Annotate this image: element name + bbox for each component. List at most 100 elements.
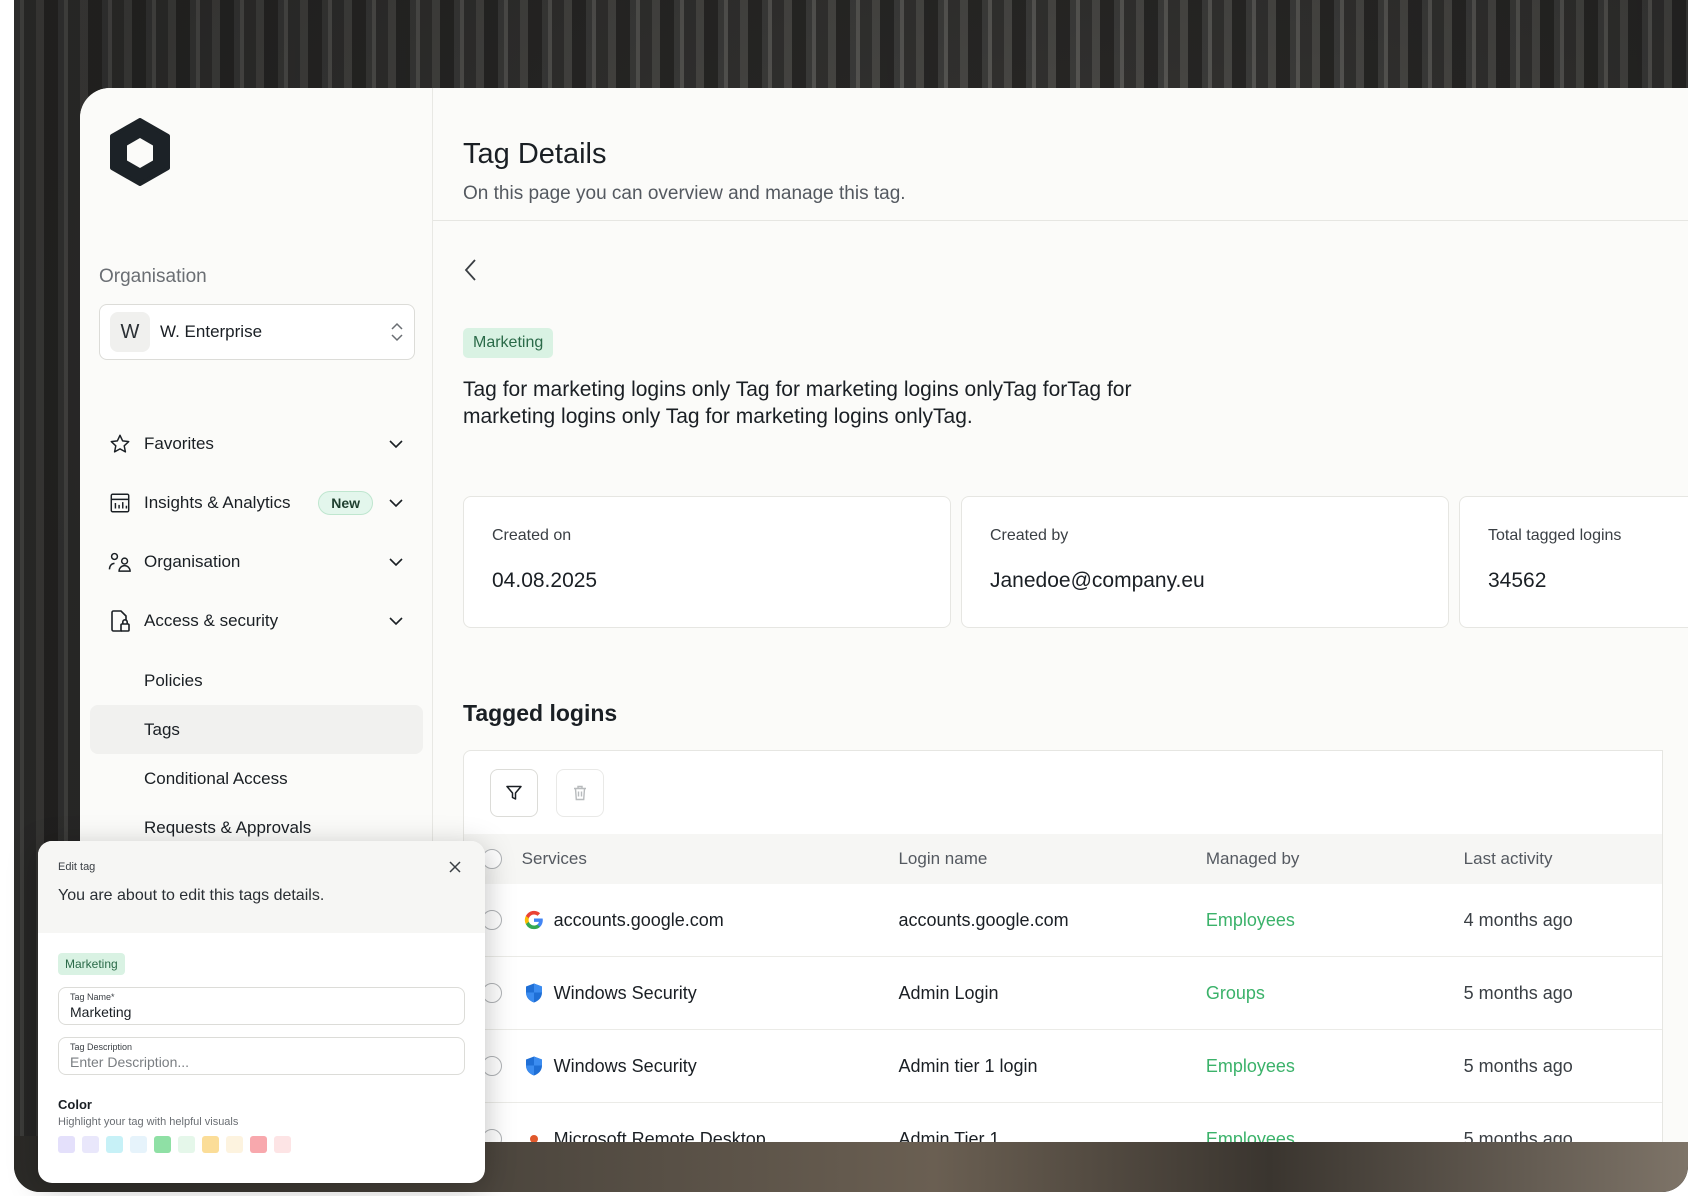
page-title: Tag Details <box>463 138 607 170</box>
table-toolbar <box>464 751 1662 834</box>
login-name: accounts.google.com <box>898 909 1069 930</box>
login-name: Admin Login <box>898 982 999 1003</box>
page-header: Tag Details On this page you can overvie… <box>433 88 1688 221</box>
nav-label: Organisation <box>144 551 241 571</box>
tag-description: Tag for marketing logins only Tag for ma… <box>463 378 1132 428</box>
color-swatch[interactable] <box>250 1136 267 1153</box>
stat-value: 34562 <box>1488 569 1547 592</box>
managed-by-link[interactable]: Employees <box>1206 910 1464 931</box>
sidebar-item-policies[interactable]: Policies <box>90 656 423 705</box>
last-activity: 5 months ago <box>1463 1055 1573 1076</box>
last-activity: 4 months ago <box>1463 909 1573 930</box>
tag-description-placeholder[interactable]: Enter Description... <box>70 1054 453 1070</box>
managed-by-link[interactable]: Employees <box>1206 1129 1464 1143</box>
back-arrow-icon[interactable] <box>461 256 481 284</box>
close-icon[interactable] <box>447 859 463 875</box>
nav-item-organisation[interactable]: Organisation <box>90 532 423 591</box>
table-header: Services Login name Managed by Last acti… <box>464 834 1662 884</box>
table-row[interactable]: Windows Security Admin Login Groups 5 mo… <box>464 957 1662 1030</box>
stat-value: Janedoe@company.eu <box>990 569 1205 592</box>
trash-icon <box>574 785 586 800</box>
tag-description-field[interactable]: Tag Description Enter Description... <box>58 1037 465 1075</box>
dialog-header: Edit tag You are about to edit this tags… <box>38 841 485 933</box>
filter-icon <box>506 785 522 800</box>
service-name: Windows Security <box>553 982 697 1003</box>
column-header-login-name[interactable]: Login name <box>898 849 1205 869</box>
service-name: accounts.google.com <box>553 909 724 930</box>
new-badge: New <box>318 490 373 515</box>
users-icon <box>108 550 132 574</box>
row-checkbox[interactable] <box>482 983 502 1003</box>
nav-label: Favorites <box>144 433 214 453</box>
tag-name-label: Tag Name* <box>70 992 115 1002</box>
nav-label: Insights & Analytics <box>144 492 291 512</box>
nav-item-favorites[interactable]: Favorites <box>90 414 423 473</box>
logo-icon <box>110 118 170 186</box>
column-header-services[interactable]: Services <box>522 849 899 869</box>
google-icon <box>522 908 546 932</box>
table-row[interactable]: Microsoft Remote Desktop Admin Tier 1 Em… <box>464 1103 1662 1142</box>
chevron-down-icon[interactable] <box>387 435 405 453</box>
stat-label: Created by <box>990 527 1069 544</box>
color-subtitle: Highlight your tag with helpful visuals <box>58 1116 239 1128</box>
color-swatch[interactable] <box>154 1136 171 1153</box>
column-header-managed-by[interactable]: Managed by <box>1206 849 1464 869</box>
tag-preview-chip: Marketing <box>58 953 125 975</box>
managed-by-link[interactable]: Groups <box>1206 983 1464 1004</box>
last-activity: 5 months ago <box>1463 1128 1573 1143</box>
color-swatch[interactable] <box>106 1136 123 1153</box>
row-checkbox[interactable] <box>482 1056 502 1076</box>
filter-button[interactable] <box>490 768 538 817</box>
sidebar-item-tags[interactable]: Tags <box>90 705 423 754</box>
column-header-last-activity[interactable]: Last activity <box>1464 849 1662 869</box>
stat-card-created-on: Created on 04.08.2025 <box>463 496 951 628</box>
row-checkbox[interactable] <box>482 910 502 930</box>
chevron-updown-icon <box>391 322 403 342</box>
service-name: Windows Security <box>553 1055 697 1076</box>
color-swatch[interactable] <box>274 1136 291 1153</box>
dialog-kicker: Edit tag <box>58 861 96 873</box>
table-row[interactable]: Windows Security Admin tier 1 login Empl… <box>464 1030 1662 1103</box>
organisation-select[interactable]: W W. Enterprise <box>99 304 415 360</box>
stat-card-total-logins: Total tagged logins 34562 <box>1459 496 1688 628</box>
color-swatch[interactable] <box>226 1136 243 1153</box>
remote-desktop-icon <box>522 1127 546 1142</box>
row-checkbox[interactable] <box>482 1129 502 1142</box>
stats-row: Created on 04.08.2025 Created by Janedoe… <box>463 496 1688 628</box>
chevron-down-icon[interactable] <box>387 553 405 571</box>
stat-value: 04.08.2025 <box>492 569 598 592</box>
tag-name-field[interactable]: Tag Name* Marketing <box>58 987 465 1025</box>
color-swatch[interactable] <box>202 1136 219 1153</box>
chevron-down-icon[interactable] <box>387 494 405 512</box>
last-activity: 5 months ago <box>1463 982 1573 1003</box>
nav-item-access-security[interactable]: Access & security <box>90 591 423 650</box>
org-avatar: W <box>110 312 150 352</box>
color-swatch[interactable] <box>130 1136 147 1153</box>
service-name: Microsoft Remote Desktop <box>553 1128 766 1143</box>
color-swatches <box>58 1136 465 1153</box>
shield-icon <box>522 981 546 1005</box>
nav-item-insights[interactable]: Insights & Analytics New <box>90 473 423 532</box>
stat-label: Total tagged logins <box>1488 527 1622 544</box>
dialog-body: Marketing Tag Name* Marketing Tag Descri… <box>38 933 485 1153</box>
lock-document-icon <box>108 609 132 633</box>
main-navigation: Favorites Insights & Analytics New Organ… <box>90 414 423 852</box>
color-swatch[interactable] <box>178 1136 195 1153</box>
color-swatch[interactable] <box>82 1136 99 1153</box>
color-title: Color <box>58 1097 92 1112</box>
chevron-down-icon[interactable] <box>387 612 405 630</box>
table-row[interactable]: accounts.google.com accounts.google.com … <box>464 884 1662 957</box>
managed-by-link[interactable]: Employees <box>1206 1056 1464 1077</box>
sidebar-item-conditional-access[interactable]: Conditional Access <box>90 754 423 803</box>
org-name: W. Enterprise <box>160 322 263 341</box>
select-all-checkbox[interactable] <box>482 849 502 869</box>
chart-icon <box>108 491 132 515</box>
shield-icon <box>522 1054 546 1078</box>
delete-button[interactable] <box>556 768 604 817</box>
nav-label: Access & security <box>144 610 279 630</box>
page-subtitle: On this page you can overview and manage… <box>463 183 906 204</box>
tag-name-value[interactable]: Marketing <box>70 1004 453 1020</box>
stat-label: Created on <box>492 527 572 544</box>
color-swatch[interactable] <box>58 1136 75 1153</box>
organisation-label: Organisation <box>99 266 207 287</box>
